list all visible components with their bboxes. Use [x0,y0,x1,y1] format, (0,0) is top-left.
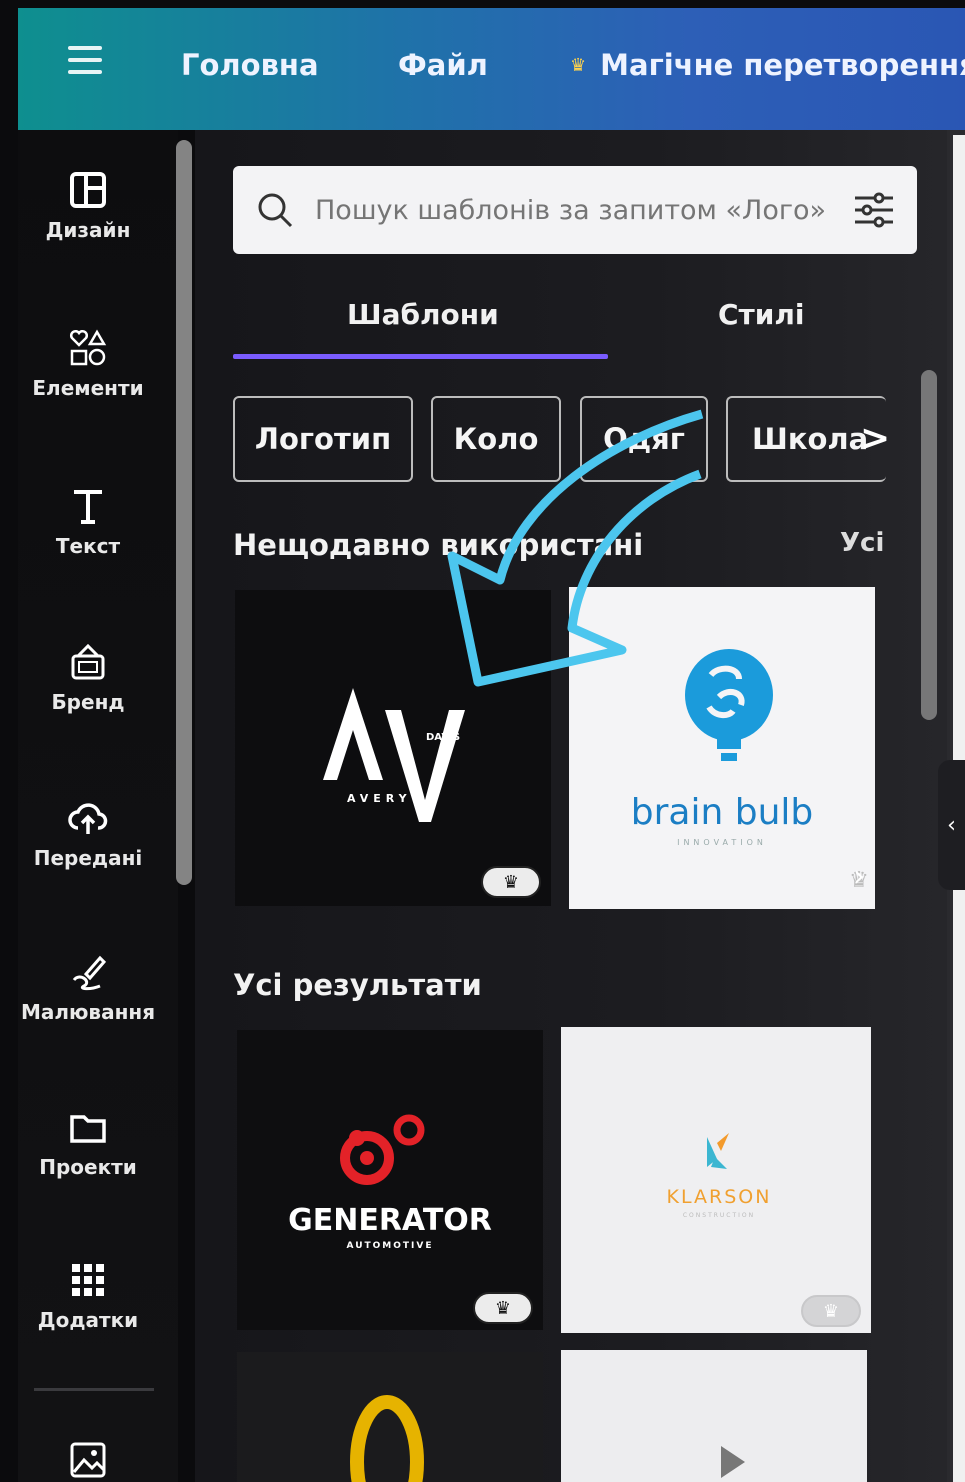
hamburger-menu-icon[interactable] [68,46,102,80]
rail-label: Проекти [39,1155,137,1179]
generator-logo: GENERATOR AUTOMOTIVE [288,1114,492,1251]
crown-icon: ♛ [570,54,587,76]
chip-circle[interactable]: Коло [431,396,561,482]
rail-item-design[interactable]: Дизайн [18,168,158,242]
klarson-logo: KLARSON CONSTRUCTION [667,1133,772,1219]
tab-styles[interactable]: Стилі [718,298,805,331]
panel-scrollbar[interactable] [921,370,937,720]
rail-label: Елементи [32,376,144,400]
tab-templates[interactable]: Шаблони [347,298,499,331]
template-card-avery[interactable]: AVERY DAVIS ♛ [235,590,551,906]
folder-icon [70,1115,106,1143]
gold-logo [350,1395,424,1482]
layout-icon [70,172,106,208]
text-icon [74,490,102,524]
top-bar: Головна Файл ♛ Магічне перетворення [18,8,965,130]
play-logo [721,1446,745,1478]
crown-badge-icon: ♛ [801,1295,861,1327]
rail-label: Текст [55,534,121,558]
rail-label: Малювання [20,1000,156,1024]
brain-bulb-text: brain bulb [631,792,814,833]
chevron-right-icon[interactable]: > [860,418,890,459]
apps-icon [72,1264,104,1296]
see-all-link[interactable]: Усі [840,528,884,558]
rail-scrollbar[interactable] [176,140,192,885]
draw-icon [72,955,107,991]
filter-icon[interactable] [851,188,897,232]
carousel-next-icon[interactable]: › [853,859,865,894]
rail-item-draw[interactable]: Малювання [18,950,158,1024]
section-all-results-title: Усі результати [233,968,482,1002]
collapse-panel-icon[interactable]: ‹ [938,760,965,890]
brain-bulb-logo: brain bulb INNOVATION ♛ [631,649,869,893]
chip-logo[interactable]: Логотип [233,396,413,482]
crown-badge-icon: ♛ [473,1292,533,1324]
chip-clothing[interactable]: Одяг [580,396,708,482]
rail-label: Додатки [37,1308,139,1332]
nav-home[interactable]: Головна [181,48,319,82]
active-tab-indicator [233,354,608,359]
rail-item-elements[interactable]: Елементи [18,326,158,400]
rail-item-uploads[interactable]: Передані [18,796,158,870]
shapes-icon [70,329,107,366]
nav-file[interactable]: Файл [398,48,488,82]
innovation-text: INNOVATION [677,838,767,847]
search-input[interactable] [315,194,835,226]
automotive-text: AUTOMOTIVE [347,1241,434,1251]
rail-item-photos[interactable] [18,1438,158,1482]
templates-panel: Шаблони Стилі Логотип Коло Одяг Школа > … [195,130,947,1482]
rail-label: Передані [33,846,143,870]
avery-logo: AVERY DAVIS [323,688,465,822]
rail-label: Дизайн [45,218,131,242]
rail-divider [34,1388,154,1391]
template-card-play[interactable] [561,1350,867,1482]
image-icon [70,1442,106,1478]
section-recent-title: Нещодавно використані [233,528,644,562]
rail-item-brand[interactable]: Бренд [18,640,158,714]
rail-item-projects[interactable]: Проекти [18,1105,158,1179]
construction-text: CONSTRUCTION [683,1212,755,1219]
rail-item-text[interactable]: Текст [18,484,158,558]
crown-badge-icon: ♛ [481,866,541,898]
brand-icon [71,643,105,680]
generator-text: GENERATOR [288,1203,492,1238]
nav-magic-label: Магічне перетворення [600,48,965,82]
klarson-text: KLARSON [667,1186,772,1208]
template-card-generator[interactable]: GENERATOR AUTOMOTIVE ♛ [237,1030,543,1330]
cloud-upload-icon [68,803,108,834]
template-card-klarson[interactable]: KLARSON CONSTRUCTION ♛ [561,1027,871,1333]
rail-label: Бренд [51,690,125,714]
avery-text: AVERY [347,792,412,805]
search-bar [233,166,917,254]
template-card-brain-bulb[interactable]: brain bulb INNOVATION ♛ › [569,587,875,909]
search-icon [258,193,293,228]
nav-magic-switch[interactable]: ♛ Магічне перетворення [570,48,965,82]
template-card-gold[interactable] [237,1352,543,1482]
rail-item-apps[interactable]: Додатки [18,1258,158,1332]
davis-text: DAVIS [426,732,460,743]
side-rail: Дизайн Елементи Текст Бренд Передані Мал… [18,130,192,1482]
